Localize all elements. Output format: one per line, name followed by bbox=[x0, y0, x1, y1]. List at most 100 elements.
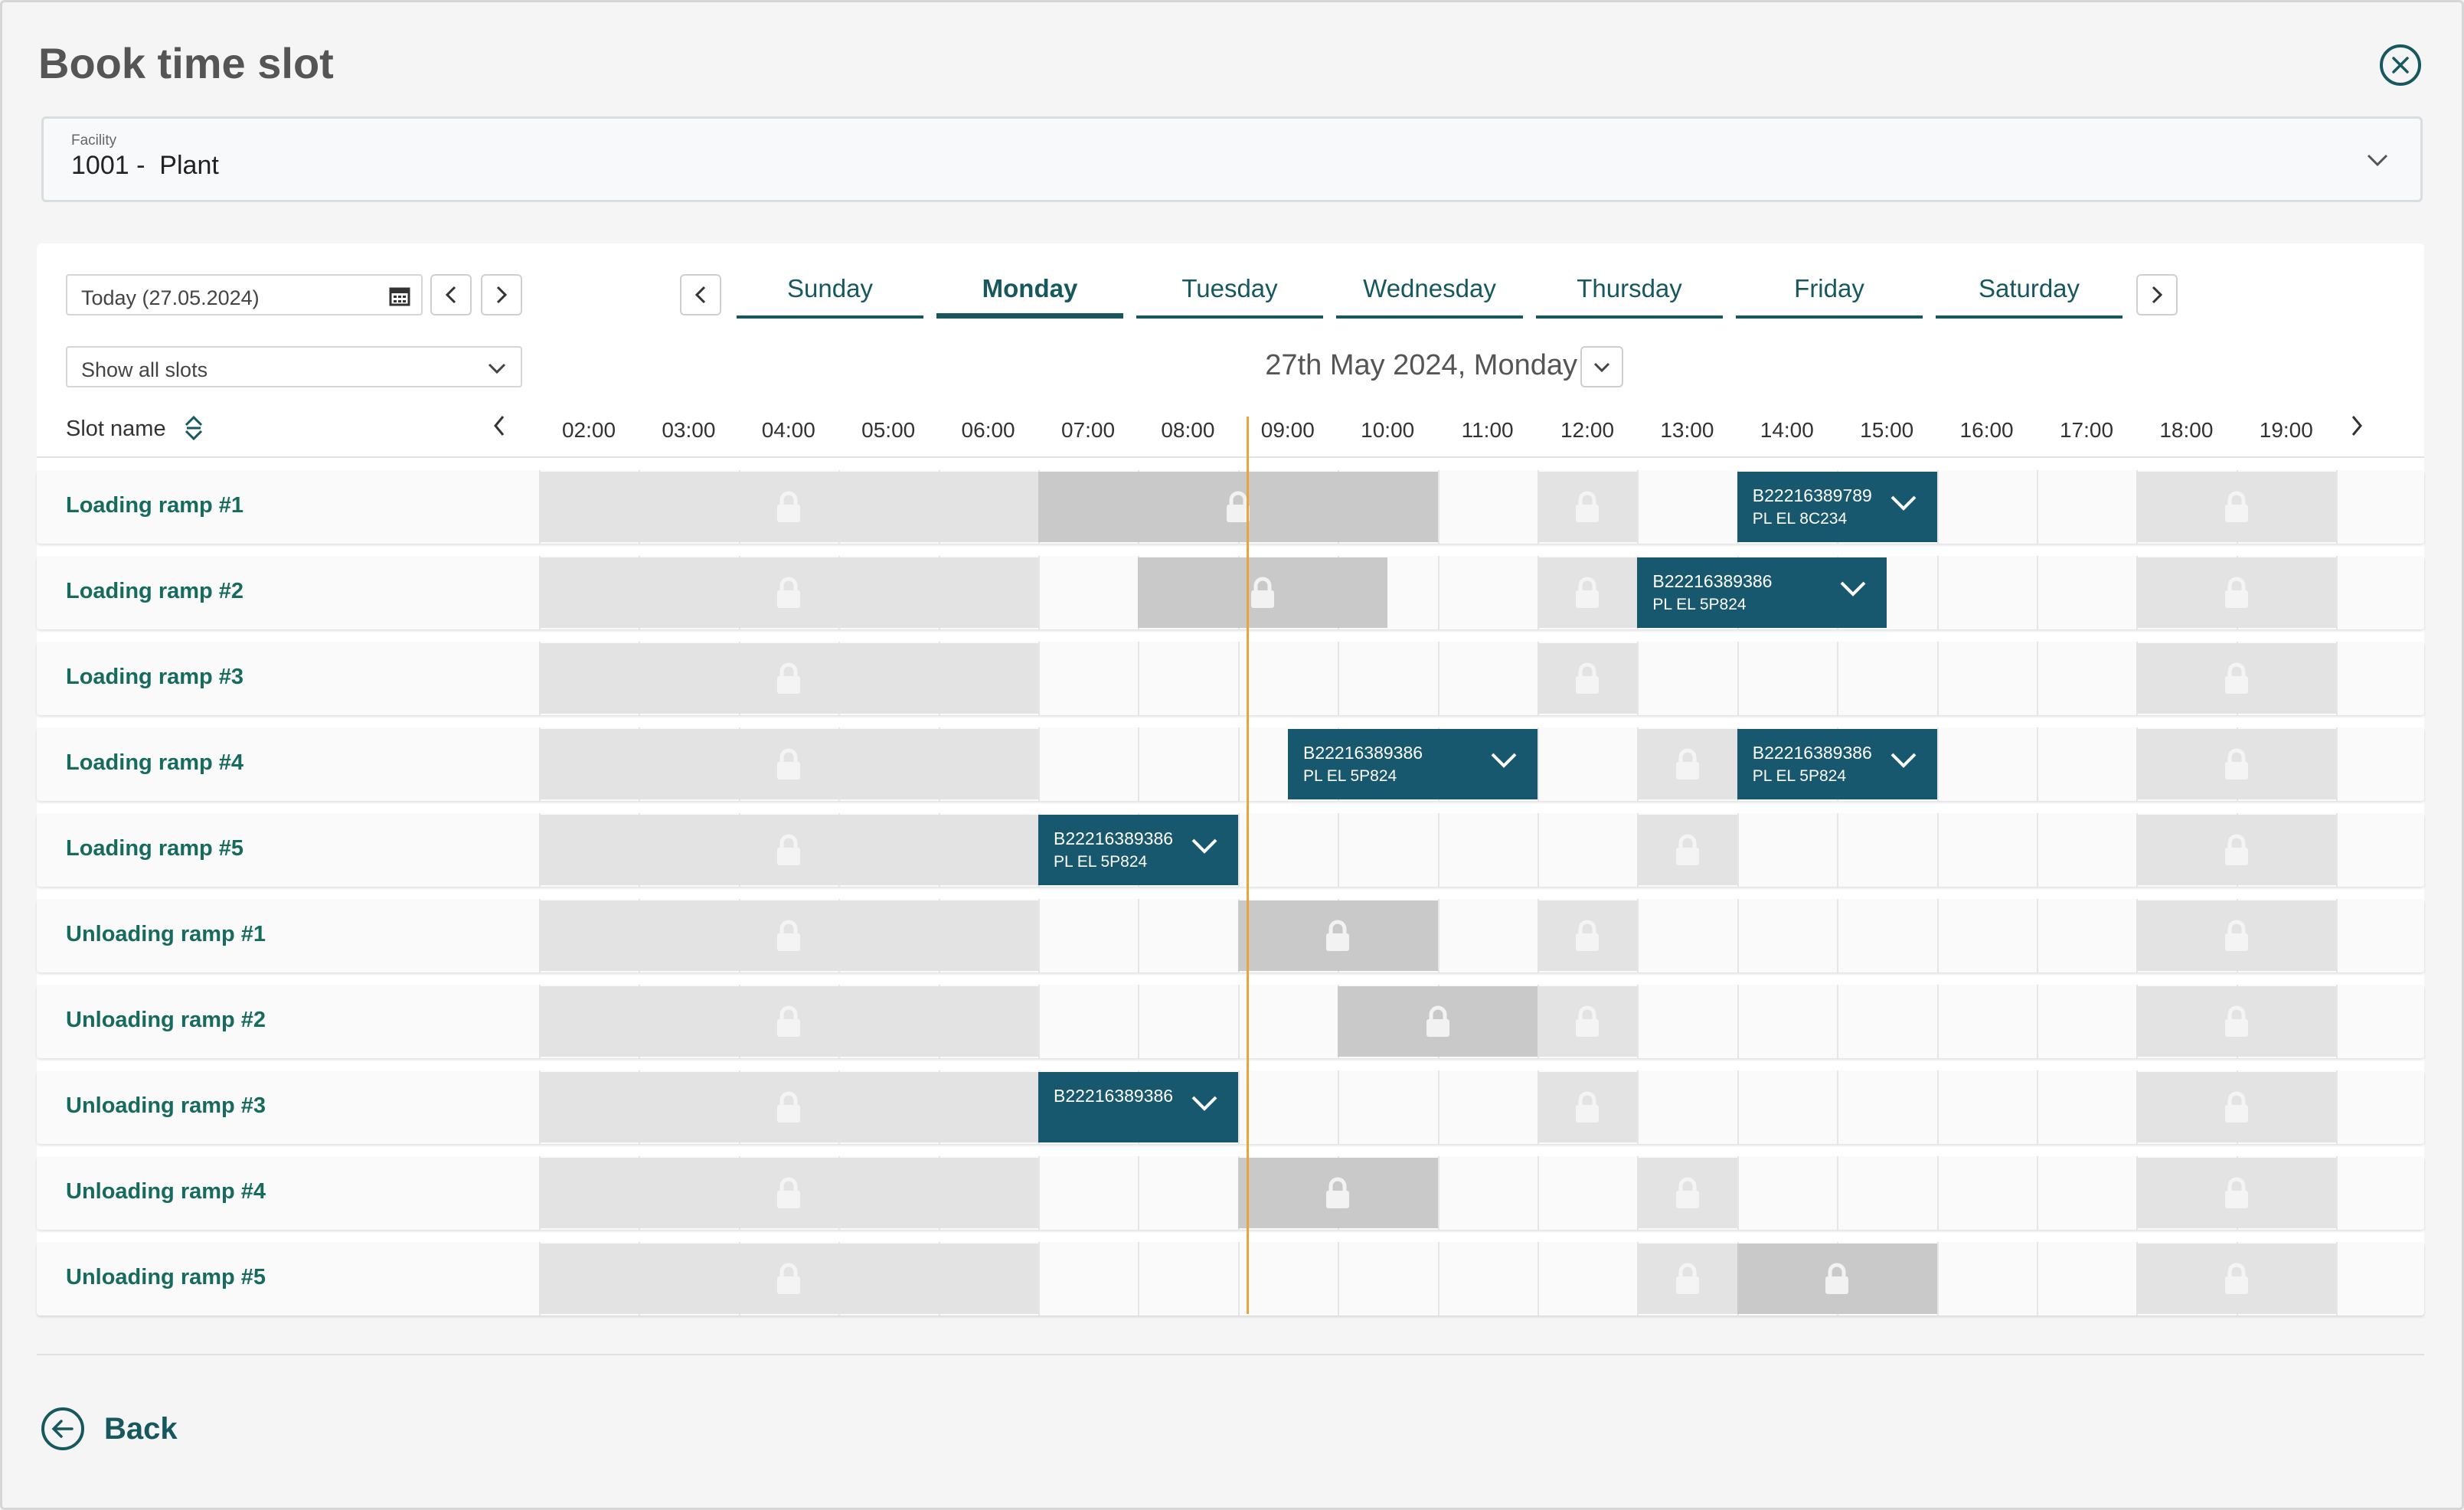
scroll-left-icon[interactable] bbox=[492, 413, 507, 438]
footer-divider bbox=[37, 1354, 2424, 1355]
blocked-slot bbox=[539, 643, 1038, 714]
lock-icon bbox=[2224, 1177, 2248, 1208]
slot-name[interactable]: Unloading ramp #5 bbox=[66, 1265, 266, 1290]
prev-date-button[interactable] bbox=[430, 274, 472, 315]
slot-filter-select[interactable]: Show all slots bbox=[66, 346, 522, 387]
slot-name[interactable]: Loading ramp #2 bbox=[66, 579, 243, 604]
chevron-down-icon[interactable] bbox=[1191, 1093, 1218, 1112]
blocked-slot bbox=[1538, 1072, 1638, 1142]
grid-line bbox=[1437, 899, 1440, 972]
hour-label: 11:00 bbox=[1461, 418, 1514, 442]
lock-icon bbox=[1576, 577, 1600, 608]
hour-label: 09:00 bbox=[1260, 418, 1315, 442]
chevron-left-icon bbox=[445, 286, 456, 304]
close-icon bbox=[2392, 57, 2409, 74]
blocked-slot bbox=[539, 900, 1038, 971]
lock-icon bbox=[1825, 1263, 1849, 1294]
slot-row bbox=[37, 1156, 2424, 1230]
next-week-button[interactable] bbox=[2136, 274, 2178, 315]
booking-card[interactable]: B22216389386 bbox=[1038, 1072, 1238, 1142]
grid-line bbox=[1538, 727, 1539, 801]
date-dropdown-button[interactable] bbox=[1580, 346, 1623, 387]
blocked-slot bbox=[1637, 729, 1737, 799]
tab-wednesday[interactable]: Wednesday bbox=[1336, 268, 1523, 319]
slot-row bbox=[37, 642, 2424, 715]
chevron-down-icon[interactable] bbox=[1191, 836, 1218, 855]
booking-card[interactable]: B22216389386 PL EL 5P824 bbox=[1288, 729, 1538, 799]
blocked-slot bbox=[1538, 643, 1638, 714]
back-button[interactable]: Back bbox=[41, 1407, 178, 1450]
booking-card[interactable]: B22216389386 PL EL 5P824 bbox=[1038, 815, 1238, 885]
hour-label: 04:00 bbox=[761, 418, 815, 442]
booking-plate: PL EL 5P824 bbox=[1054, 853, 1148, 871]
slot-name[interactable]: Loading ramp #3 bbox=[66, 665, 243, 690]
tab-friday[interactable]: Friday bbox=[1736, 268, 1923, 319]
slot-name[interactable]: Unloading ramp #2 bbox=[66, 1008, 266, 1033]
date-picker-input[interactable]: Today (27.05.2024) bbox=[66, 274, 423, 315]
lock-icon bbox=[2224, 577, 2248, 608]
booking-plate: PL EL 5P824 bbox=[1652, 596, 1747, 613]
lock-icon bbox=[777, 662, 800, 694]
slot-name[interactable]: Unloading ramp #4 bbox=[66, 1179, 266, 1204]
lock-icon bbox=[1675, 834, 1699, 865]
slot-name[interactable]: Unloading ramp #1 bbox=[66, 922, 266, 947]
close-button[interactable] bbox=[2380, 44, 2421, 86]
tab-monday[interactable]: Monday bbox=[936, 268, 1123, 319]
tab-sunday[interactable]: Sunday bbox=[737, 268, 923, 319]
slot-name[interactable]: Loading ramp #1 bbox=[66, 493, 243, 518]
lock-icon bbox=[1326, 1177, 1350, 1208]
grid-line bbox=[1237, 813, 1240, 887]
chevron-down-icon[interactable] bbox=[1890, 750, 1917, 769]
chevron-down-icon[interactable] bbox=[1890, 493, 1917, 512]
sort-icon[interactable] bbox=[184, 415, 204, 441]
slot-name[interactable]: Loading ramp #5 bbox=[66, 836, 243, 861]
tab-thursday[interactable]: Thursday bbox=[1536, 268, 1723, 319]
prev-week-button[interactable] bbox=[680, 274, 721, 315]
grid-line bbox=[2336, 985, 2338, 1058]
lock-icon bbox=[2224, 834, 2248, 865]
grid-line bbox=[2336, 1156, 2338, 1230]
tab-tuesday[interactable]: Tuesday bbox=[1136, 268, 1323, 319]
chevron-down-icon[interactable] bbox=[1839, 579, 1867, 597]
facility-select[interactable]: Facility 1001 - Plant bbox=[41, 116, 2423, 202]
facility-label: Facility bbox=[71, 132, 117, 149]
grid-line bbox=[1237, 642, 1240, 715]
lock-icon bbox=[2224, 1263, 2248, 1294]
grid-line bbox=[2037, 899, 2038, 972]
blocked-slot bbox=[539, 815, 1038, 885]
slot-name[interactable]: Loading ramp #4 bbox=[66, 750, 243, 776]
blocked-slot bbox=[2136, 1072, 2337, 1142]
chevron-left-icon bbox=[694, 286, 706, 304]
back-label: Back bbox=[104, 1411, 178, 1446]
blocked-slot bbox=[1237, 1158, 1438, 1228]
booking-card[interactable]: B22216389386 PL EL 5P824 bbox=[1737, 729, 1937, 799]
grid-line bbox=[1936, 985, 1939, 1058]
blocked-slot bbox=[1538, 557, 1638, 628]
grid-line bbox=[1138, 1156, 1140, 1230]
lock-icon bbox=[777, 1005, 800, 1037]
next-date-button[interactable] bbox=[481, 274, 522, 315]
blocked-slot bbox=[1538, 900, 1638, 971]
hour-label: 19:00 bbox=[2259, 418, 2313, 442]
slot-row bbox=[37, 985, 2424, 1058]
blocked-slot bbox=[539, 986, 1038, 1057]
booking-card[interactable]: B22216389789 PL EL 8C234 bbox=[1737, 472, 1937, 542]
scroll-right-icon[interactable] bbox=[2349, 413, 2364, 438]
blocked-slot bbox=[1538, 472, 1638, 542]
page-title: Book time slot bbox=[38, 39, 334, 87]
grid-line bbox=[1038, 642, 1040, 715]
current-time-indicator bbox=[1247, 417, 1249, 1314]
slot-filter-value: Show all slots bbox=[81, 358, 208, 381]
slot-name[interactable]: Unloading ramp #3 bbox=[66, 1093, 266, 1119]
grid-line bbox=[1737, 1156, 1739, 1230]
calendar-icon[interactable] bbox=[389, 285, 410, 306]
grid-line bbox=[2336, 470, 2338, 544]
grid-line bbox=[1637, 470, 1639, 544]
tab-saturday[interactable]: Saturday bbox=[1936, 268, 2123, 319]
booking-card[interactable]: B22216389386 PL EL 5P824 bbox=[1637, 557, 1887, 628]
grid-line bbox=[2336, 642, 2338, 715]
grid-line bbox=[1837, 1070, 1839, 1144]
chevron-down-icon[interactable] bbox=[1490, 750, 1518, 769]
hour-label: 13:00 bbox=[1660, 418, 1714, 442]
grid-line bbox=[1637, 642, 1639, 715]
